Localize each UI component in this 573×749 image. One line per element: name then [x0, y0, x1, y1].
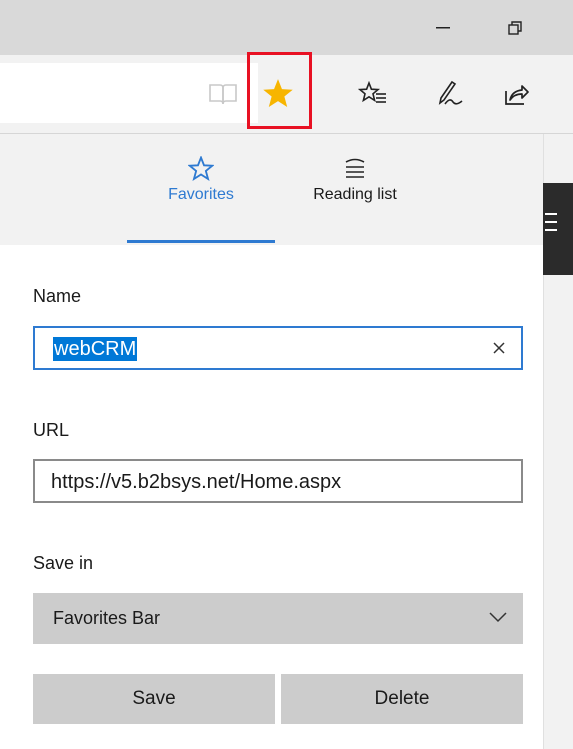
tab-reading-list[interactable]: Reading list — [282, 142, 428, 238]
menu-icon — [545, 213, 557, 237]
save-button[interactable]: Save — [33, 674, 275, 724]
name-label: Name — [33, 286, 82, 306]
chevron-down-icon — [489, 612, 507, 623]
url-value: https://v5.b2bsys.net/Home.aspx — [51, 471, 342, 493]
name-field[interactable]: webCRM — [33, 326, 523, 370]
highlight-box — [247, 52, 312, 129]
hub-button[interactable] — [352, 73, 394, 115]
share-button[interactable] — [495, 73, 537, 115]
share-icon — [505, 85, 529, 105]
add-favorite-pane: Favorites Reading list Name webCRM URL h… — [0, 134, 543, 749]
save-in-dropdown[interactable]: Favorites Bar — [33, 593, 523, 644]
restore-icon — [508, 21, 522, 35]
minimize-button[interactable] — [428, 16, 458, 40]
star-outline-icon — [188, 156, 214, 182]
tab-reading-list-label: Reading list — [313, 186, 397, 203]
reading-view-icon — [209, 84, 237, 105]
title-bar — [0, 0, 573, 55]
url-label: URL — [33, 420, 70, 440]
active-tab-indicator — [127, 240, 275, 243]
tab-favorites[interactable]: Favorites — [128, 142, 274, 238]
hub-icon — [358, 81, 386, 103]
page-menu-handle[interactable] — [543, 183, 573, 275]
clear-icon[interactable] — [489, 338, 509, 358]
reading-list-icon — [345, 158, 365, 178]
url-field[interactable]: https://v5.b2bsys.net/Home.aspx — [33, 459, 523, 503]
name-value: webCRM — [53, 337, 138, 361]
restore-button[interactable] — [500, 16, 530, 40]
hub-tabs: Favorites Reading list — [0, 134, 543, 245]
save-in-value: Favorites Bar — [53, 608, 161, 628]
delete-button[interactable]: Delete — [281, 674, 523, 724]
web-note-icon — [438, 80, 463, 105]
save-in-label: Save in — [33, 553, 94, 573]
tab-favorites-label: Favorites — [168, 186, 234, 203]
reading-view-button[interactable] — [202, 73, 244, 115]
web-note-button[interactable] — [430, 73, 472, 115]
minimize-icon — [436, 27, 450, 29]
